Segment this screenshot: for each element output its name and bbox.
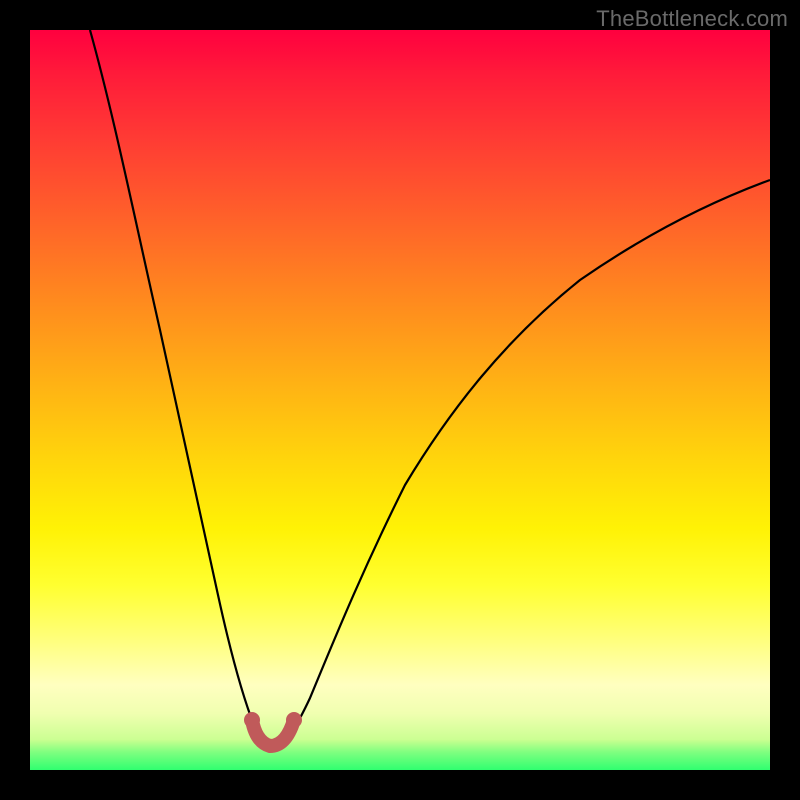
optimum-marker-endcap-left xyxy=(244,712,260,728)
watermark-text: TheBottleneck.com xyxy=(596,6,788,32)
optimum-marker-endcap-right xyxy=(286,712,302,728)
curve-overlay xyxy=(30,30,770,770)
bottleneck-curve-right xyxy=(280,180,770,744)
bottleneck-curve-left xyxy=(90,30,270,744)
